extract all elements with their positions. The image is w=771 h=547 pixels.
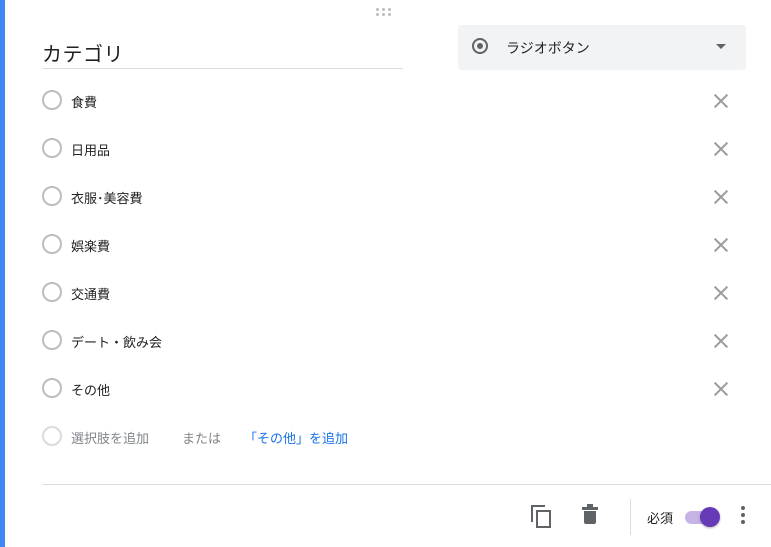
option-row: 交通費 [42,277,742,307]
question-type-label: ラジオボタン [506,41,590,57]
add-option-row: 選択肢を追加 または 「その他」を追加 [42,421,442,451]
option-row: 衣服･美容費 [42,181,742,211]
close-icon[interactable] [710,282,732,304]
toggle-thumb [700,507,720,527]
option-label[interactable]: 食費 [71,92,97,111]
option-label[interactable]: 衣服･美容費 [71,188,143,207]
drag-handle-icon[interactable] [376,8,394,18]
add-other-link[interactable]: 「その他」を追加 [244,428,348,447]
question-type-dropdown[interactable]: ラジオボタン [458,25,746,70]
close-icon[interactable] [710,90,732,112]
dropdown-arrow-icon [716,44,726,49]
close-icon[interactable] [710,330,732,352]
option-label[interactable]: 交通費 [71,284,110,303]
trash-icon[interactable] [580,504,600,526]
footer-divider [42,484,771,485]
radio-circle-icon [42,330,62,350]
close-icon[interactable] [710,234,732,256]
radio-circle-icon [42,90,62,110]
or-text: または [182,432,222,447]
option-label[interactable]: その他 [71,380,110,399]
add-option-input[interactable]: 選択肢を追加 [71,428,149,447]
more-vert-icon[interactable] [736,505,750,527]
radio-circle-icon [42,138,62,158]
copy-icon[interactable] [530,505,552,528]
option-row: 娯楽費 [42,229,742,259]
close-icon[interactable] [710,378,732,400]
radio-circle-icon [42,186,62,206]
radio-button-icon [472,38,488,54]
option-label[interactable]: 娯楽費 [71,236,110,255]
option-label[interactable]: デート・飲み会 [71,332,162,351]
close-icon[interactable] [710,138,732,160]
radio-circle-icon [42,282,62,302]
radio-circle-icon [42,234,62,254]
option-row: デート・飲み会 [42,325,742,355]
required-toggle[interactable] [683,506,721,528]
radio-circle-icon [42,378,62,398]
option-label[interactable]: 日用品 [71,140,110,159]
option-row: 日用品 [42,133,742,163]
question-accent-bar [0,0,5,547]
option-row: 食費 [42,85,742,115]
option-row: その他 [42,373,742,403]
footer-separator [630,499,631,535]
radio-circle-icon [42,426,62,446]
required-label: 必須 [647,512,674,527]
question-title-field[interactable]: カテゴリ [42,34,403,69]
close-icon[interactable] [710,186,732,208]
question-title[interactable]: カテゴリ [42,38,124,67]
